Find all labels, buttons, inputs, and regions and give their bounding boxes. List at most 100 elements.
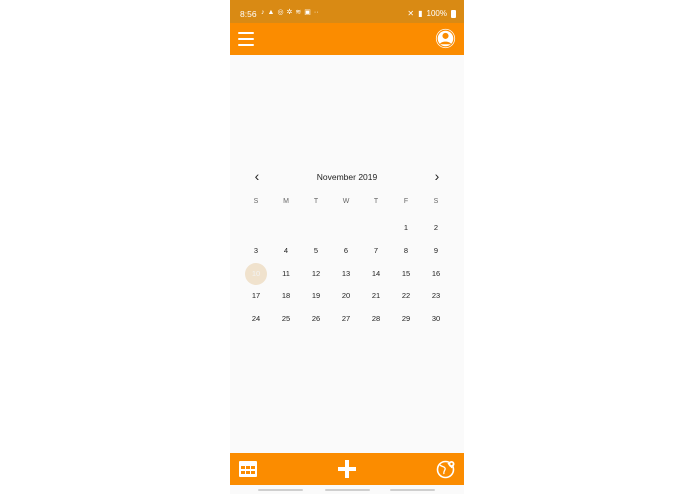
day-number: 24 bbox=[251, 314, 261, 324]
empty-day-cell bbox=[241, 217, 271, 240]
empty-day-cell bbox=[271, 217, 301, 240]
day-number: 15 bbox=[401, 268, 411, 278]
day-cell[interactable]: 25 bbox=[271, 308, 301, 331]
day-cell[interactable]: 13 bbox=[331, 263, 361, 286]
day-number: 2 bbox=[433, 223, 439, 232]
day-cell[interactable]: 15 bbox=[391, 263, 421, 286]
app-bar bbox=[230, 23, 464, 55]
profile-icon[interactable] bbox=[435, 28, 456, 49]
day-cell[interactable]: 27 bbox=[331, 308, 361, 331]
day-cell[interactable]: 22 bbox=[391, 285, 421, 308]
day-number: 29 bbox=[401, 314, 411, 324]
add-icon[interactable] bbox=[337, 459, 357, 479]
tiktok-icon: ♪ bbox=[261, 9, 265, 16]
day-number: 17 bbox=[251, 291, 261, 301]
day-number: 23 bbox=[431, 291, 441, 301]
weekday-label: M bbox=[283, 198, 289, 205]
day-number: 4 bbox=[283, 245, 289, 255]
day-cell[interactable]: 30 bbox=[421, 308, 451, 331]
day-number: 16 bbox=[431, 268, 441, 278]
day-number: 30 bbox=[431, 314, 441, 324]
bottom-bar bbox=[230, 453, 464, 485]
day-grid: 1 2 3 4 5 6 7 8 9 10 11 12 13 14 15 16 17 18 19 20 21 22 23 24 2… bbox=[241, 217, 451, 331]
day-cell[interactable]: 3 bbox=[241, 240, 271, 263]
weekday-label: S bbox=[253, 198, 259, 205]
day-cell[interactable]: 28 bbox=[361, 308, 391, 331]
day-cell[interactable]: 9 bbox=[421, 240, 451, 263]
selected-day-cell[interactable]: 10 bbox=[241, 263, 271, 286]
status-time: 8:56 bbox=[240, 9, 257, 19]
empty-day-cell bbox=[301, 217, 331, 240]
day-number: 25 bbox=[281, 314, 291, 324]
day-cell[interactable]: 2 bbox=[421, 217, 451, 240]
day-cell[interactable]: 24 bbox=[241, 308, 271, 331]
day-number: 18 bbox=[281, 291, 291, 301]
day-number: 11 bbox=[282, 268, 290, 278]
status-bar: 8:56 ♪ ▲ ◎ ✲ ≋ ▣ ·· ✕ ▮ 100% bbox=[230, 0, 464, 23]
day-number: 12 bbox=[311, 268, 321, 278]
day-number: 8 bbox=[403, 245, 409, 255]
day-number: 14 bbox=[371, 268, 381, 278]
day-number: 19 bbox=[311, 291, 321, 301]
system-nav-bar bbox=[230, 485, 464, 494]
weekday-label: W bbox=[342, 198, 350, 205]
dots-icon: ·· bbox=[313, 9, 319, 16]
day-number: 27 bbox=[341, 314, 351, 324]
day-number: 5 bbox=[313, 245, 319, 255]
day-number: 28 bbox=[371, 314, 381, 324]
nav-back-button[interactable] bbox=[390, 489, 435, 491]
battery-percent: 100% bbox=[426, 9, 447, 18]
instagram-icon: ◎ bbox=[277, 9, 284, 16]
calendar-grid-icon[interactable] bbox=[238, 459, 258, 479]
calendar-header: ‹ November 2019 › bbox=[230, 165, 464, 189]
signal-icon: ▮ bbox=[418, 9, 423, 18]
snapchat-icon: ▲ bbox=[267, 9, 275, 16]
status-right: ✕ ▮ 100% bbox=[407, 9, 456, 18]
status-notification-icons: ♪ ▲ ◎ ✲ ≋ ▣ ·· bbox=[261, 8, 319, 17]
phone-screen: 8:56 ♪ ▲ ◎ ✲ ≋ ▣ ·· ✕ ▮ 100% ‹ November … bbox=[230, 0, 464, 494]
day-cell[interactable]: 29 bbox=[391, 308, 421, 331]
day-cell[interactable]: 14 bbox=[361, 263, 391, 286]
day-number: 20 bbox=[341, 291, 351, 301]
day-number: 13 bbox=[341, 268, 351, 278]
weekday-label: T bbox=[313, 198, 319, 205]
menu-icon[interactable] bbox=[238, 32, 254, 46]
nav-home-button[interactable] bbox=[325, 489, 370, 491]
day-number: 1 bbox=[403, 223, 409, 232]
day-cell[interactable]: 7 bbox=[361, 240, 391, 263]
day-cell[interactable]: 6 bbox=[331, 240, 361, 263]
weekday-label: F bbox=[403, 198, 409, 205]
battery-icon bbox=[451, 9, 456, 18]
day-number: 10 bbox=[251, 268, 261, 278]
day-cell[interactable]: 23 bbox=[421, 285, 451, 308]
empty-day-cell bbox=[331, 217, 361, 240]
day-cell[interactable]: 4 bbox=[271, 240, 301, 263]
day-cell[interactable]: 1 bbox=[391, 217, 421, 240]
mute-icon: ✕ bbox=[407, 9, 415, 18]
empty-day-cell bbox=[361, 217, 391, 240]
day-cell[interactable]: 18 bbox=[271, 285, 301, 308]
day-cell[interactable]: 8 bbox=[391, 240, 421, 263]
day-cell[interactable]: 19 bbox=[301, 285, 331, 308]
day-cell[interactable]: 12 bbox=[301, 263, 331, 286]
weekday-label: T bbox=[373, 198, 379, 205]
wifi-icon: ≋ bbox=[295, 9, 302, 16]
day-number: 9 bbox=[433, 245, 439, 255]
day-cell[interactable]: 26 bbox=[301, 308, 331, 331]
app-icon: ✲ bbox=[286, 9, 293, 16]
day-number: 21 bbox=[371, 291, 381, 301]
day-number: 22 bbox=[401, 291, 411, 301]
day-cell[interactable]: 11 bbox=[271, 263, 301, 286]
day-cell[interactable]: 5 bbox=[301, 240, 331, 263]
day-cell[interactable]: 17 bbox=[241, 285, 271, 308]
day-cell[interactable]: 16 bbox=[421, 263, 451, 286]
globe-icon[interactable] bbox=[436, 459, 456, 479]
nav-recents-button[interactable] bbox=[258, 489, 303, 491]
day-cell[interactable]: 20 bbox=[331, 285, 361, 308]
weekday-label: S bbox=[433, 198, 439, 205]
day-cell[interactable]: 21 bbox=[361, 285, 391, 308]
calendar: ‹ November 2019 › SMTWTFS 1 2 3 4 5 6 7 8 9 10 11 1… bbox=[230, 165, 464, 323]
day-number: 6 bbox=[343, 245, 349, 255]
next-month-button[interactable]: › bbox=[429, 168, 445, 184]
image-icon: ▣ bbox=[304, 9, 311, 16]
